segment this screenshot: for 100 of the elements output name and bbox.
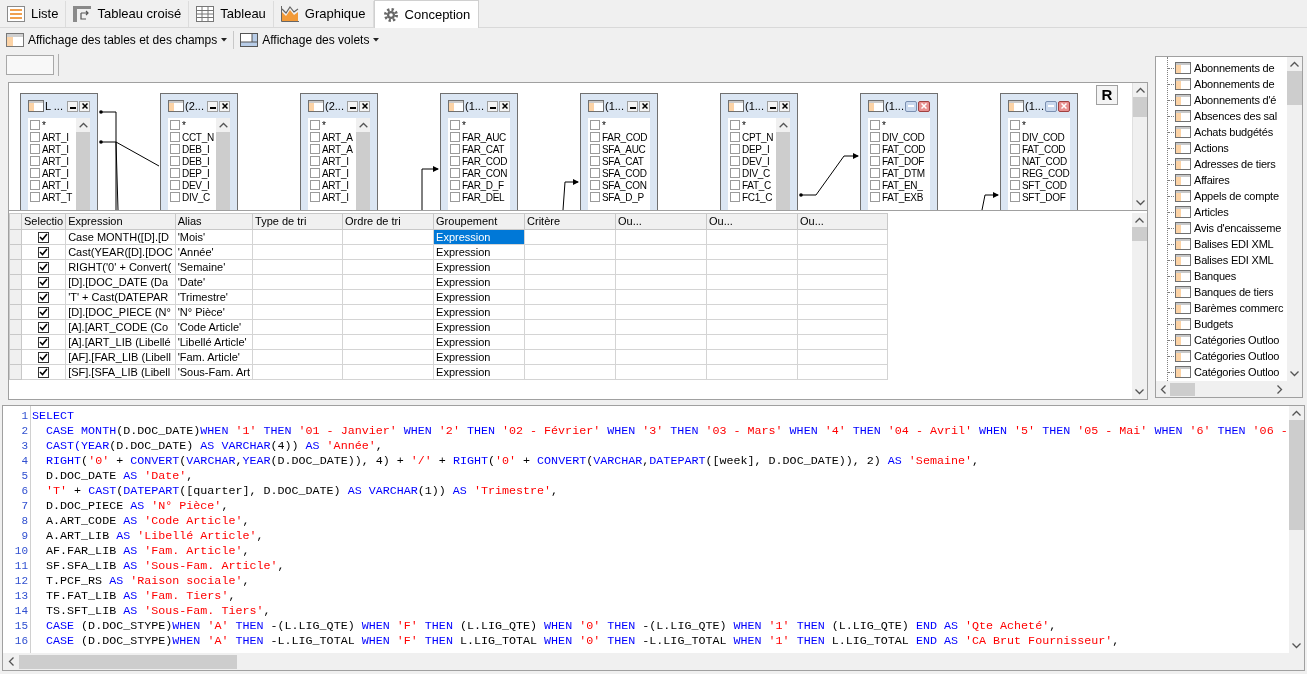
checkbox[interactable] [38, 351, 50, 363]
checkbox[interactable] [1010, 144, 1020, 154]
checkbox[interactable] [38, 321, 50, 333]
minimize-button[interactable] [207, 100, 218, 112]
checkbox[interactable] [870, 156, 880, 166]
checkbox[interactable] [590, 120, 600, 130]
close-button[interactable] [79, 100, 90, 112]
checkbox[interactable] [1010, 156, 1020, 166]
tree-item[interactable]: Affaires [1156, 172, 1287, 188]
checkbox[interactable] [730, 120, 740, 130]
tab[interactable]: Liste [0, 1, 67, 27]
tree-item[interactable]: Abonnements d'é [1156, 92, 1287, 108]
tree-item[interactable]: Avis d'encaisseme [1156, 220, 1287, 236]
tree-item[interactable]: Appels de compte [1156, 188, 1287, 204]
tree-item[interactable]: Abonnements de [1156, 76, 1287, 92]
checkbox[interactable] [310, 168, 320, 178]
column-header[interactable]: Ou... [706, 213, 798, 230]
checkbox[interactable] [170, 156, 180, 166]
checkbox[interactable] [1010, 180, 1020, 190]
scroll-thumb[interactable] [1170, 382, 1195, 396]
table-window[interactable]: (1... * FAR_AUC FAR_CAT FAR_COD FAR_CON FAR_D_F FAR_DEL [440, 93, 518, 210]
checkbox[interactable] [310, 156, 320, 166]
tree-item[interactable]: Barèmes commerc [1156, 300, 1287, 316]
checkbox[interactable] [170, 132, 180, 142]
minimize-button[interactable] [67, 100, 78, 112]
checkbox[interactable] [310, 120, 320, 130]
checkbox[interactable] [870, 120, 880, 130]
tree-item[interactable]: Achats budgétés [1156, 124, 1287, 140]
column-header[interactable]: Ou... [797, 213, 888, 230]
checkbox[interactable] [30, 192, 40, 202]
checkbox[interactable] [310, 180, 320, 190]
scroll-thumb[interactable] [19, 654, 237, 669]
checkbox[interactable] [1010, 168, 1020, 178]
tree-item[interactable]: Catégories Outloo [1156, 332, 1287, 348]
checkbox[interactable] [30, 144, 40, 154]
scrollbar[interactable] [3, 653, 1304, 670]
checkbox[interactable] [870, 132, 880, 142]
scroll-thumb[interactable] [1132, 227, 1147, 241]
column-header[interactable]: Alias [175, 213, 253, 230]
checkbox[interactable] [38, 261, 50, 273]
column-header[interactable]: Expression [65, 213, 176, 230]
close-button[interactable] [359, 100, 370, 112]
checkbox[interactable] [170, 120, 180, 130]
checkbox[interactable] [30, 180, 40, 190]
tree-item[interactable]: Adresses de tiers [1156, 156, 1287, 172]
scrollbar[interactable] [1156, 381, 1302, 397]
checkbox[interactable] [310, 132, 320, 142]
checkbox[interactable] [30, 156, 40, 166]
checkbox[interactable] [870, 144, 880, 154]
checkbox[interactable] [1010, 132, 1020, 142]
minimize-button[interactable] [347, 100, 358, 112]
checkbox[interactable] [30, 168, 40, 178]
minimize-button[interactable] [767, 100, 778, 112]
column-header[interactable]: Ordre de tri [342, 213, 434, 230]
tab[interactable]: Tableau croisé [66, 1, 190, 27]
checkbox[interactable] [170, 144, 180, 154]
checkbox[interactable] [730, 192, 740, 202]
checkbox[interactable] [38, 291, 50, 303]
checkbox[interactable] [870, 192, 880, 202]
table-window[interactable]: L ... * ART_I ART_I ART_I ART_I ART_I ART_T [20, 93, 98, 210]
tab[interactable]: Tableau [189, 1, 274, 27]
tree-item[interactable]: Catégories Outloo [1156, 348, 1287, 364]
input-field[interactable] [6, 55, 54, 75]
checkbox[interactable] [170, 192, 180, 202]
row-header[interactable] [9, 274, 22, 290]
table-window[interactable]: (2... * ART_A ART_A ART_I ART_I ART_I ART_I [300, 93, 378, 210]
checkbox[interactable] [450, 132, 460, 142]
checkbox[interactable] [730, 156, 740, 166]
scroll-thumb[interactable] [1133, 97, 1147, 117]
checkbox[interactable] [730, 144, 740, 154]
checkbox[interactable] [38, 246, 50, 258]
checkbox[interactable] [450, 180, 460, 190]
column-header[interactable]: Selectio [21, 213, 66, 230]
checkbox[interactable] [730, 180, 740, 190]
row-header[interactable] [9, 304, 22, 320]
tree-item[interactable]: Abonnements de [1156, 60, 1287, 76]
checkbox[interactable] [870, 168, 880, 178]
checkbox[interactable] [730, 168, 740, 178]
row-header[interactable] [9, 244, 22, 260]
checkbox[interactable] [450, 144, 460, 154]
checkbox[interactable] [1010, 192, 1020, 202]
tree-item[interactable]: Banques de tiers [1156, 284, 1287, 300]
checkbox[interactable] [170, 180, 180, 190]
tree-item[interactable]: Actions [1156, 140, 1287, 156]
checkbox[interactable] [310, 192, 320, 202]
dropdown-button[interactable]: Affichage des tables et des champs [6, 29, 228, 51]
tree-item[interactable]: Banques [1156, 268, 1287, 284]
scroll-thumb[interactable] [1287, 71, 1302, 105]
column-header[interactable]: Critère [524, 213, 616, 230]
checkbox[interactable] [450, 168, 460, 178]
dropdown-button[interactable]: Affichage des volets [240, 29, 380, 51]
tree-item[interactable]: Catégories Outloo [1156, 364, 1287, 380]
checkbox[interactable] [1010, 120, 1020, 130]
checkbox[interactable] [38, 231, 50, 243]
checkbox[interactable] [310, 144, 320, 154]
checkbox[interactable] [730, 132, 740, 142]
column-header[interactable]: Groupement [433, 213, 525, 230]
tree-item[interactable]: Balises EDI XML [1156, 236, 1287, 252]
checkbox[interactable] [590, 144, 600, 154]
table-window[interactable]: (2... * CCT_N DEB_I DEB_I DEP_I DEV_I DIV_C [160, 93, 238, 210]
